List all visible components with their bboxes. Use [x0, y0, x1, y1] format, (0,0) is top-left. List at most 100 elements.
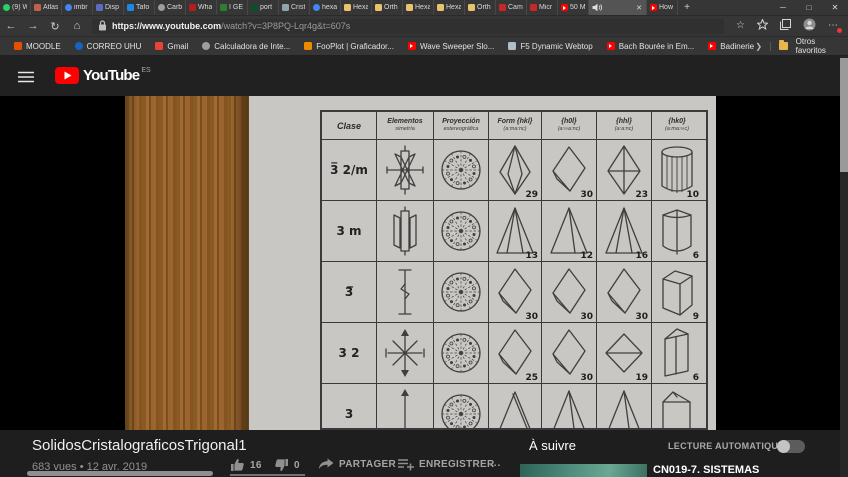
- other-favorites-button[interactable]: Otros favoritos: [796, 37, 840, 55]
- back-button[interactable]: ←: [0, 20, 22, 32]
- form-count: 6: [692, 373, 699, 383]
- favorite-label: F5 Dynamic Webtop: [520, 41, 593, 51]
- crystal-table-header-cell: Clase: [322, 112, 377, 139]
- tab-close-icon[interactable]: ✕: [635, 4, 643, 12]
- clase-cell: 3: [322, 384, 377, 428]
- projection-cell: [434, 140, 489, 200]
- clase-cell: 3 m: [322, 201, 377, 261]
- form-cell: 30: [597, 262, 652, 322]
- clase-cell: 3 2: [322, 323, 377, 383]
- next-video-thumbnail[interactable]: [520, 464, 647, 477]
- browser-tab[interactable]: Cam: [496, 0, 527, 15]
- browser-tab[interactable]: Atlas: [31, 0, 62, 15]
- favorite-label: Wave Sweeper Slo...: [419, 41, 495, 51]
- crystal-table: Clase Elementos simetría Proyección estereog…: [320, 110, 708, 430]
- favorite-item[interactable]: F5 Dynamic Webtop: [508, 41, 593, 51]
- refresh-button[interactable]: ↻: [44, 20, 66, 33]
- favorite-label: CORREO UHU: [86, 41, 142, 51]
- minimize-button[interactable]: ─: [770, 0, 796, 15]
- favorite-item[interactable]: MOODLE: [14, 42, 61, 51]
- browser-tab[interactable]: Hexa: [341, 0, 372, 15]
- crystal-table-row: 3 2 25 30 19 6: [322, 323, 706, 384]
- home-button[interactable]: ⌂: [66, 20, 88, 32]
- form-cell: 12: [489, 384, 542, 428]
- browser-tab[interactable]: 50 M: [558, 0, 589, 15]
- youtube-icon: [606, 42, 615, 50]
- browser-tab[interactable]: Hexa: [403, 0, 434, 15]
- doc-icon: [468, 4, 475, 11]
- new-tab-button[interactable]: +: [678, 0, 696, 15]
- autoplay-toggle[interactable]: [777, 440, 805, 453]
- browser-tab[interactable]: Orth: [372, 0, 403, 15]
- youtube-play-icon: [55, 67, 79, 89]
- half-prism-icon: [654, 204, 700, 258]
- next-video-title[interactable]: CN019-7. SISTEMAS: [653, 464, 759, 476]
- dislike-button[interactable]: 0: [274, 458, 300, 472]
- favorite-item[interactable]: CORREO UHU: [74, 41, 142, 51]
- close-button[interactable]: ✕: [822, 0, 848, 15]
- symmetry-cell: [377, 140, 434, 200]
- clase-label: 3: [344, 407, 354, 421]
- triangle-pyramid-icon: [492, 387, 538, 428]
- share-button[interactable]: PARTAGER: [318, 458, 396, 470]
- vertical-scrollbar[interactable]: [840, 56, 848, 477]
- browser-tab[interactable]: Crist: [279, 0, 310, 15]
- browser-tab[interactable]: Wha: [186, 0, 217, 15]
- horizontal-scrollbar-thumb[interactable]: [27, 471, 213, 476]
- f5-icon: [508, 42, 517, 50]
- browser-tab[interactable]: Orth: [465, 0, 496, 15]
- box-prism-icon: [654, 387, 700, 428]
- clase-label: 3 m: [336, 224, 362, 238]
- form-count: 6: [692, 251, 699, 261]
- autoplay-toggle-knob: [777, 440, 790, 453]
- maximize-button[interactable]: □: [796, 0, 822, 15]
- favorite-star-icon[interactable]: ☆: [736, 21, 745, 31]
- collections-icon[interactable]: [780, 19, 791, 33]
- form-count: 25: [525, 373, 538, 383]
- add-to-favorites-bar-icon[interactable]: [756, 18, 769, 33]
- fooplot-icon: [304, 42, 313, 50]
- browser-tab[interactable]: hexa: [310, 0, 341, 15]
- more-menu-icon[interactable]: ⋯: [828, 21, 842, 33]
- projection-cell: [434, 262, 489, 322]
- favorites-overflow-chevron[interactable]: ❯: [755, 41, 772, 51]
- favorite-item[interactable]: Calculadora de Inte...: [202, 42, 290, 51]
- favorite-item[interactable]: Gmail: [155, 42, 188, 51]
- browser-tab[interactable]: Micr: [527, 0, 558, 15]
- active-tab[interactable]: ✕: [589, 0, 647, 15]
- video-player[interactable]: Clase Elementos simetría Proyección estereog…: [0, 96, 840, 430]
- youtube-logo[interactable]: YouTube ES: [55, 67, 151, 89]
- vertical-scrollbar-thumb[interactable]: [840, 58, 848, 172]
- form-cell: 5: [652, 384, 702, 428]
- url-field[interactable]: https://www.youtube.com /watch?v=3P8PQ-L…: [92, 18, 724, 34]
- youtube-header: YouTube ES proyeccion estereografica eje…: [0, 56, 848, 145]
- form-count: 9: [692, 312, 699, 322]
- browser-tab[interactable]: imbr: [62, 0, 93, 15]
- browser-tab[interactable]: How: [647, 0, 678, 15]
- more-actions-button[interactable]: ...: [490, 458, 501, 469]
- like-button[interactable]: 16: [230, 458, 262, 472]
- save-button[interactable]: ENREGISTRER: [398, 458, 495, 471]
- forward-button[interactable]: →: [22, 20, 44, 32]
- url-path: /watch?v=3P8PQ-Lqr4g&t=607s: [221, 21, 351, 31]
- profile-avatar[interactable]: [803, 18, 816, 34]
- hamburger-menu-icon[interactable]: [18, 70, 34, 88]
- browser-tab[interactable]: Tafo: [124, 0, 155, 15]
- favorite-item[interactable]: Wave Sweeper Slo...: [407, 41, 495, 51]
- form-cell: 16: [597, 201, 652, 261]
- crystal-table-row: 3̅ 30 30 30 9: [322, 262, 706, 323]
- form-cell: 25: [489, 323, 542, 383]
- crystal-table-row: 31212125: [322, 384, 706, 428]
- browser-tab[interactable]: (9) W: [0, 0, 31, 15]
- browser-tab[interactable]: Hexa: [434, 0, 465, 15]
- browser-tab[interactable]: I GE: [217, 0, 248, 15]
- tab-title: Wha: [198, 4, 213, 11]
- browser-tab[interactable]: Disp: [93, 0, 124, 15]
- browser-tab[interactable]: Carb: [155, 0, 186, 15]
- favorite-item[interactable]: Bach Bourée in Em...: [606, 42, 694, 51]
- favorite-item[interactable]: Badinerie [Backing...: [708, 42, 755, 51]
- browser-tab[interactable]: port: [248, 0, 279, 15]
- favorite-item[interactable]: FooPlot | Graficador...: [304, 42, 394, 51]
- folder-icon: [779, 40, 788, 50]
- tab-title: 50 M: [570, 4, 585, 11]
